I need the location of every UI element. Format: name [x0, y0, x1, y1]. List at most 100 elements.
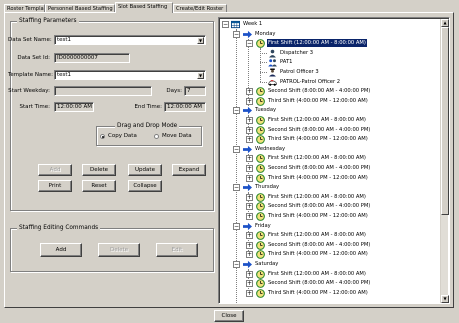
scroll-thumb[interactable] — [441, 27, 449, 215]
tree-item-staff[interactable]: PATROL-Patrol Officer 2 — [279, 78, 341, 86]
shift-toggle[interactable]: + — [246, 193, 253, 201]
shift-toggle[interactable]: + — [246, 117, 253, 124]
tree-item-shift[interactable]: First Shift (12:00:00 AM - 8:00:00 AM) — [267, 116, 367, 124]
clock-icon — [256, 288, 265, 298]
tree-item-shift[interactable]: Third Shift (4:00:00 PM - 12:00:00 AM) — [267, 250, 369, 258]
staffing-parameters-title: Staffing Parameters — [17, 18, 79, 24]
shift-toggle[interactable]: + — [246, 88, 253, 96]
reset-button[interactable]: Reset — [82, 180, 116, 192]
shift-toggle[interactable]: + — [246, 289, 253, 297]
week-label[interactable]: Week 1 — [242, 20, 263, 28]
template-name-combo[interactable]: test1 ▼ — [54, 70, 206, 80]
day-toggle[interactable]: − — [233, 30, 240, 38]
day-label-monday[interactable]: Monday — [254, 30, 276, 38]
calendar-grid-icon — [231, 20, 240, 29]
day-toggle[interactable]: − — [233, 222, 240, 230]
shift-toggle[interactable]: − — [246, 40, 253, 48]
tree-scrollbar[interactable]: ▲ ▼ — [440, 19, 449, 303]
tree-item-shift[interactable]: First Shift (12:00:00 AM - 8:00:00 AM) — [267, 193, 367, 201]
day-arrow-icon — [243, 107, 252, 115]
day-label[interactable]: Wednesday — [254, 145, 286, 153]
roster-tree[interactable]: − Week 1− Monday − First Shift (12:00:00 AM … — [218, 17, 450, 304]
day-label[interactable]: Thursday — [254, 183, 280, 191]
day-toggle[interactable]: − — [233, 145, 240, 153]
patrol-car-icon — [268, 79, 277, 86]
tree-item-shift[interactable]: Third Shift (4:00:00 PM - 12:00:00 AM) — [267, 97, 369, 105]
shift-toggle[interactable]: + — [246, 213, 253, 220]
scroll-down-icon[interactable]: ▼ — [441, 295, 449, 303]
clock-icon — [256, 250, 265, 260]
day-label[interactable]: Saturday — [254, 260, 279, 268]
shift-toggle[interactable]: + — [246, 155, 253, 163]
add-button[interactable]: Add — [38, 164, 72, 176]
clock-icon — [256, 173, 265, 183]
week-toggle[interactable]: − — [222, 21, 229, 28]
tree-item-shift[interactable]: Second Shift (8:00:00 AM - 4:00:00 PM) — [267, 241, 371, 249]
shift-toggle[interactable]: + — [246, 126, 253, 134]
move-data-radio[interactable] — [154, 134, 159, 139]
shift-toggle[interactable]: + — [246, 203, 253, 211]
chevron-down-icon[interactable]: ▼ — [197, 37, 204, 44]
tree-item-staff[interactable]: Dispatcher 3 — [279, 49, 314, 57]
day-label[interactable]: Friday — [254, 222, 272, 230]
day-toggle[interactable]: − — [233, 184, 240, 192]
tree-item-shift[interactable]: Second Shift (8:00:00 AM - 4:00:00 PM) — [267, 202, 371, 210]
day-arrow-icon — [243, 30, 252, 38]
copy-data-radio[interactable] — [100, 134, 105, 139]
tree-item-shift[interactable]: Second Shift (8:00:00 AM - 4:00:00 PM) — [267, 279, 371, 287]
close-button[interactable]: Close — [214, 310, 244, 322]
tree-item-shift[interactable]: First Shift (12:00:00 AM - 8:00:00 AM) — [267, 154, 367, 162]
start-weekday-field — [54, 86, 152, 96]
clock-icon — [256, 212, 265, 221]
tree-line — [260, 52, 267, 54]
editing-edit-button[interactable]: Edit — [156, 243, 198, 257]
shift-toggle[interactable]: + — [246, 97, 253, 105]
shift-toggle[interactable]: + — [246, 174, 253, 182]
tree-item-shift[interactable]: Second Shift (8:00:00 AM - 4:00:00 PM) — [267, 87, 371, 95]
tree-item-shift[interactable]: Second Shift (8:00:00 AM - 4:00:00 PM) — [267, 126, 371, 134]
tree-line — [260, 81, 267, 83]
tree-item-shift[interactable]: Third Shift (4:00:00 PM - 12:00:00 AM) — [267, 212, 369, 220]
shift-toggle[interactable]: + — [246, 165, 253, 172]
tree-item-shift[interactable]: Second Shift (8:00:00 AM - 4:00:00 PM) — [267, 164, 371, 172]
tree-item-staff[interactable]: PAT1 — [279, 58, 293, 66]
staffing-editing-commands-title: Staffing Editing Commands — [17, 225, 101, 231]
update-button[interactable]: Update — [128, 164, 162, 176]
tree-item-staff[interactable]: Patrol Officer 3 — [279, 68, 320, 76]
drag-drop-mode-title: Drag and Drop Mode — [115, 123, 180, 129]
data-set-name-combo[interactable]: test1 ▼ — [54, 35, 206, 45]
day-toggle[interactable]: − — [233, 107, 240, 115]
day-arrow-icon — [243, 222, 252, 230]
shift-toggle[interactable]: + — [246, 241, 253, 249]
print-button[interactable]: Print — [38, 180, 72, 192]
tree-item-shift[interactable]: Third Shift (4:00:00 PM - 12:00:00 AM) — [267, 174, 369, 182]
tab-slot-based-staffing[interactable]: Slot Based Staffing — [115, 2, 173, 13]
patrol-officer-icon — [269, 68, 276, 77]
scroll-up-icon[interactable]: ▲ — [441, 19, 449, 27]
day-label[interactable]: Tuesday — [254, 106, 277, 114]
shift-toggle[interactable]: + — [246, 251, 253, 259]
shift-toggle[interactable]: + — [246, 136, 253, 144]
shift-toggle[interactable]: + — [246, 270, 253, 278]
shift-toggle[interactable]: + — [246, 232, 253, 240]
tree-item-shift[interactable]: Third Shift (4:00:00 PM - 12:00:00 AM) — [267, 135, 369, 143]
clock-icon — [256, 135, 265, 145]
clock-icon — [256, 192, 265, 202]
shift-toggle[interactable]: + — [246, 280, 253, 288]
day-toggle[interactable]: − — [233, 261, 240, 268]
expand-button[interactable]: Expand — [172, 164, 206, 176]
editing-add-button[interactable]: Add — [40, 243, 82, 257]
editing-delete-button[interactable]: Delete — [98, 243, 140, 257]
tree-item-shift[interactable]: First Shift (12:00:00 AM - 8:00:00 AM) — [267, 270, 367, 278]
days-field: 7 — [184, 86, 206, 96]
tree-item-selected-shift[interactable]: First Shift (12:00:00 AM - 8:00:00 AM) — [267, 39, 367, 48]
clock-icon — [256, 154, 265, 164]
collapse-button[interactable]: Collapse — [128, 180, 162, 192]
chevron-down-icon[interactable]: ▼ — [197, 72, 204, 79]
clock-icon — [256, 164, 265, 173]
delete-button[interactable]: Delete — [82, 164, 116, 176]
day-arrow-icon — [243, 184, 252, 192]
tree-item-shift[interactable]: First Shift (12:00:00 AM - 8:00:00 AM) — [267, 231, 367, 239]
days-label: Days: — [166, 88, 182, 94]
tree-item-shift[interactable]: Third Shift (4:00:00 PM - 12:00:00 AM) — [267, 289, 369, 297]
